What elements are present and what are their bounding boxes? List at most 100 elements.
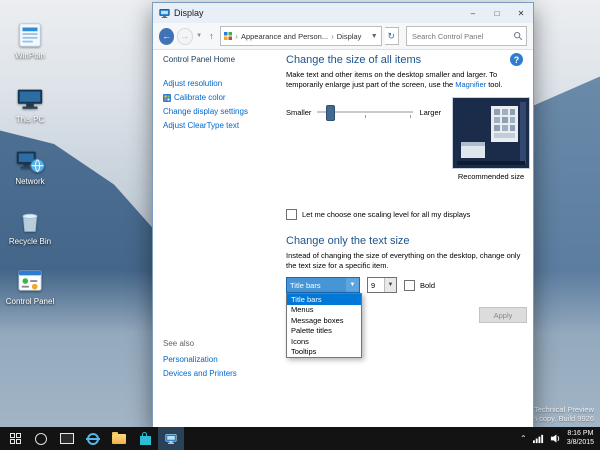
windows-logo-icon [10, 433, 21, 444]
desktop-icon-recycle-bin[interactable]: Recycle Bin [2, 206, 58, 246]
address-bar[interactable]: › Appearance and Person... › Display ▼ [220, 26, 381, 46]
refresh-button[interactable]: ↻ [385, 27, 399, 45]
sidebar-item-personalization[interactable]: Personalization [163, 353, 237, 367]
bold-checkbox[interactable] [404, 280, 415, 291]
sidebar-item-devices-and-printers[interactable]: Devices and Printers [163, 367, 237, 381]
task-view-button[interactable] [54, 427, 80, 450]
sidebar-see-also-section: See also Personalization Devices and Pri… [163, 339, 237, 381]
dropdown-option-palette-titles[interactable]: Palette titles [287, 326, 361, 337]
internet-explorer-icon [87, 433, 99, 445]
desktop-icon-label: Network [2, 177, 58, 186]
back-button[interactable]: ← [159, 28, 174, 45]
slider-thumb[interactable] [326, 105, 335, 121]
taskbar: ⌃ 8:16 PM 3/8/2015 [0, 427, 600, 450]
display-icon [159, 8, 170, 19]
main-content: Change the size of all items Make text a… [286, 49, 526, 427]
breadcrumb-segment-display[interactable]: Display [337, 32, 362, 41]
size-slider[interactable] [317, 104, 413, 120]
scaling-checkbox-label: Let me choose one scaling level for all … [302, 210, 470, 219]
network-icon [15, 146, 45, 176]
magnifier-link[interactable]: Magnifier [455, 80, 486, 89]
chevron-down-icon[interactable]: ▼ [384, 278, 396, 292]
tray-expand-chevron[interactable]: ⌃ [520, 435, 527, 443]
task-view-icon [60, 433, 74, 444]
slider-larger-label: Larger [419, 108, 441, 117]
desktop-icon-this-pc[interactable]: This PC [2, 84, 58, 124]
network-icon[interactable] [533, 433, 544, 444]
desktop-icon-control-panel[interactable]: Control Panel [2, 266, 58, 306]
sidebar-link-label: Adjust resolution [163, 77, 222, 91]
volume-icon[interactable] [550, 433, 561, 444]
up-button[interactable]: ↑ [206, 31, 218, 41]
sidebar: Control Panel Home Adjust resolution Cal… [153, 49, 293, 427]
internet-explorer-button[interactable] [80, 427, 106, 450]
file-explorer-button[interactable] [106, 427, 132, 450]
desktop-icon-label: Recycle Bin [2, 237, 58, 246]
display-window-taskbar-button[interactable] [158, 427, 184, 450]
page-title: Change the size of all items [286, 54, 421, 66]
bold-checkbox-row: Bold [404, 280, 435, 291]
recycle-bin-icon [15, 206, 45, 236]
search-box[interactable] [406, 26, 527, 46]
control-panel-icon [224, 32, 232, 40]
desktop-icon-label: Control Panel [2, 297, 58, 306]
sidebar-item-change-display-settings[interactable]: Change display settings [163, 105, 293, 119]
clock-time: 8:16 PM [567, 430, 594, 439]
window-titlebar[interactable]: Display – □ ✕ [153, 3, 533, 23]
navigation-bar: ← → ▼ ↑ › Appearance and Person... › Dis… [153, 23, 533, 50]
sidebar-link-label: Calibrate color [174, 91, 226, 105]
computer-icon [15, 84, 45, 114]
slider-tick [410, 115, 411, 118]
desktop-icon-network[interactable]: Network [2, 146, 58, 186]
scaling-checkbox[interactable] [286, 209, 297, 220]
close-button[interactable]: ✕ [509, 3, 533, 23]
font-size-value: 9 [368, 278, 384, 292]
font-size-select[interactable]: 9 ▼ [367, 277, 397, 293]
sidebar-item-calibrate-color[interactable]: Calibrate color [163, 91, 293, 105]
slider-tick [365, 115, 366, 118]
breadcrumb-separator: › [331, 32, 334, 41]
breadcrumb-segment-appearance[interactable]: Appearance and Person... [241, 32, 328, 41]
taskbar-search-button[interactable] [28, 427, 54, 450]
start-button[interactable] [2, 427, 28, 450]
control-panel-icon [15, 266, 45, 296]
bold-checkbox-label: Bold [420, 281, 435, 290]
maximize-button[interactable]: □ [485, 3, 509, 23]
minimize-button[interactable]: – [461, 3, 485, 23]
desktop-icon-winpoin[interactable]: WinPoin [2, 20, 58, 60]
see-also-heading: See also [163, 339, 237, 348]
chevron-down-icon[interactable]: ▼ [346, 278, 359, 292]
dropdown-option-title-bars[interactable]: Title bars [287, 294, 361, 305]
desktop-icon-label: This PC [2, 115, 58, 124]
store-button[interactable] [132, 427, 158, 450]
item-type-select[interactable]: Title bars ▼ [286, 277, 360, 293]
address-dropdown-icon[interactable]: ▼ [371, 33, 378, 40]
sidebar-item-control-panel-home[interactable]: Control Panel Home [163, 55, 293, 64]
window-title: Display [174, 8, 204, 18]
item-type-value: Title bars [287, 278, 346, 292]
desktop-icon-label: WinPoin [2, 51, 58, 60]
size-slider-row: Smaller Larger [286, 104, 441, 120]
dropdown-option-menus[interactable]: Menus [287, 305, 361, 316]
taskbar-clock[interactable]: 8:16 PM 3/8/2015 [567, 430, 594, 447]
sidebar-item-adjust-resolution[interactable]: Adjust resolution [163, 77, 293, 91]
text-size-description: Instead of changing the size of everythi… [286, 251, 524, 271]
search-circle-icon [35, 433, 47, 445]
dropdown-option-icons[interactable]: Icons [287, 336, 361, 347]
forward-button[interactable]: → [177, 28, 192, 45]
apply-button[interactable]: Apply [479, 307, 527, 323]
sidebar-link-label: Devices and Printers [163, 367, 237, 381]
search-input[interactable] [410, 31, 511, 42]
history-chevron-icon[interactable]: ▼ [196, 33, 203, 39]
dropdown-option-message-boxes[interactable]: Message boxes [287, 315, 361, 326]
text-size-heading: Change only the text size [286, 235, 410, 247]
display-window: Display – □ ✕ ← → ▼ ↑ › Appearance and P… [152, 2, 534, 428]
item-type-dropdown: Title bars Menus Message boxes Palette t… [286, 293, 362, 358]
dropdown-option-tooltips[interactable]: Tooltips [287, 347, 361, 358]
screen: WinPoin This PC Network Recycle Bin Cont… [0, 0, 600, 450]
sidebar-item-adjust-cleartype-text[interactable]: Adjust ClearType text [163, 119, 293, 133]
document-icon [15, 20, 45, 50]
description-text: tool. [486, 80, 502, 89]
system-tray: ⌃ 8:16 PM 3/8/2015 [520, 430, 598, 447]
scaling-checkbox-row: Let me choose one scaling level for all … [286, 209, 470, 220]
